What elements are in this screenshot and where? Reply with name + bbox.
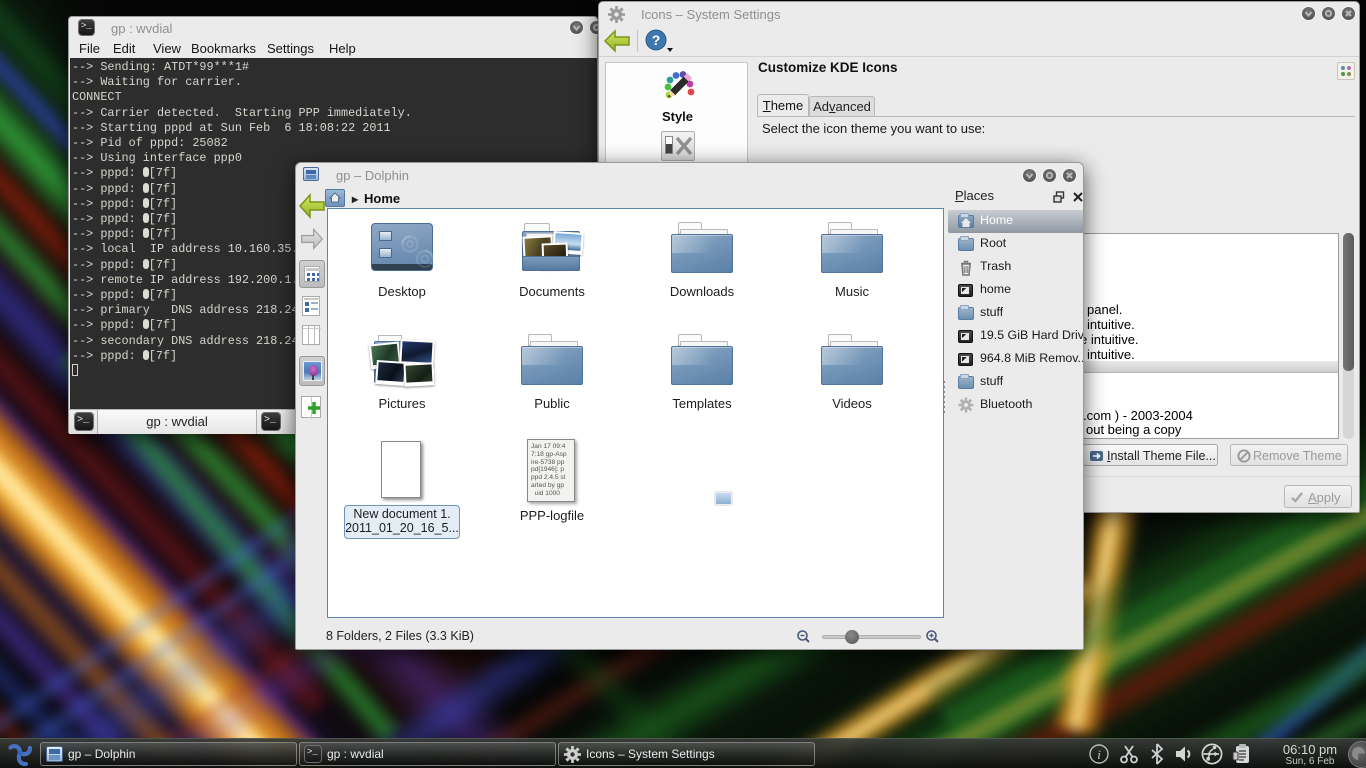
svg-text:?: ? [652, 32, 661, 48]
svg-text:i: i [1097, 747, 1101, 762]
